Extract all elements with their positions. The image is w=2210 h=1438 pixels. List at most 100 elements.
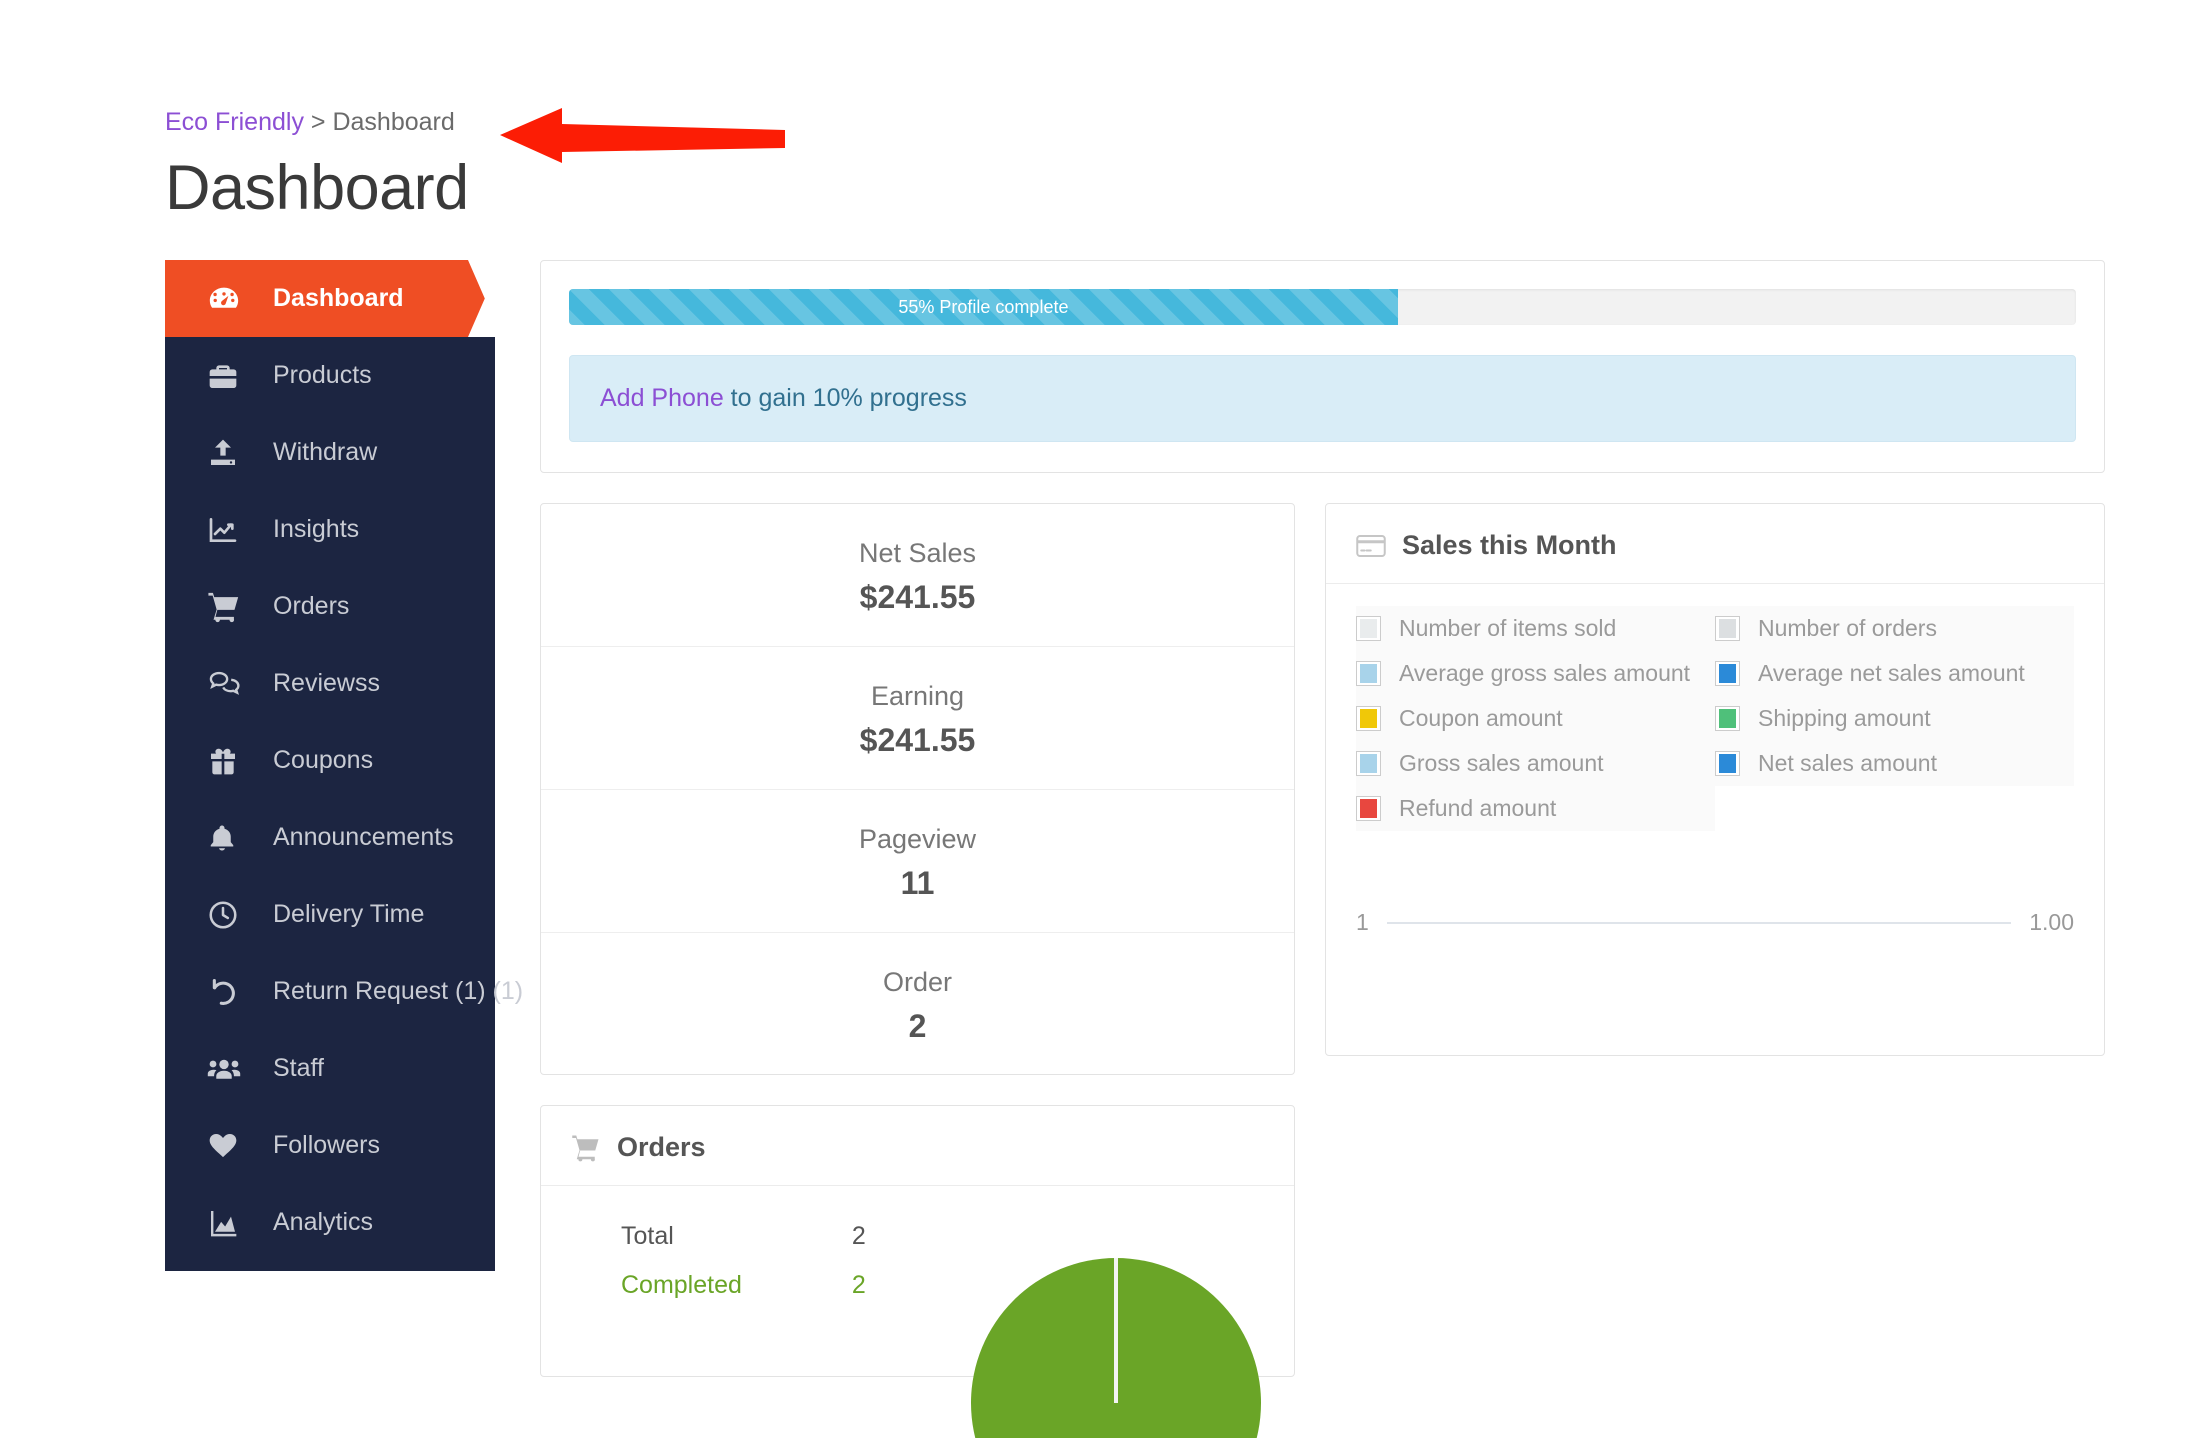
legend-label: Number of orders [1758,615,1937,641]
legend-item[interactable]: Average gross sales amount [1356,651,1715,696]
stat-value: 2 [908,1007,927,1044]
legend-label: Average net sales amount [1758,660,2025,686]
legend-item[interactable]: Gross sales amount [1356,741,1715,786]
sidebar-item-insights[interactable]: Insights [165,491,495,568]
breadcrumb-store-link[interactable]: Eco Friendly [165,108,304,136]
gift-icon [207,745,253,777]
sidebar-item-label: Coupons [273,746,374,774]
profile-progress-card: 55% Profile complete Add Phone to gain 1… [540,260,2105,473]
legend-swatch [1356,616,1381,641]
axis-tick-left: 1 [1356,909,1369,935]
summary-stats-card: Net Sales $241.55 Earning $241.55 Pagevi… [540,503,1295,1076]
add-phone-alert: Add Phone to gain 10% progress [569,355,2076,442]
legend-column-left: Number of items sold Average gross sales… [1356,606,1715,831]
breadcrumb-current: Dashboard [332,108,455,136]
left-column: Net Sales $241.55 Earning $241.55 Pagevi… [540,503,1295,1438]
briefcase-icon [207,360,253,392]
sidebar-item-label: Dashboard [273,284,404,312]
undo-icon [207,976,253,1008]
legend-label: Refund amount [1399,795,1557,821]
page-header: Eco Friendly > Dashboard Dashboard [0,0,2210,220]
legend-column-right: Number of orders Average net sales amoun… [1715,606,2074,831]
sidebar-item-products[interactable]: Products [165,337,495,414]
stat-label: Order [882,966,953,997]
sidebar-item-analytics[interactable]: Analytics [165,1184,495,1261]
sidebar-item-label: Staff [273,1054,324,1082]
sidebar-item-coupons[interactable]: Coupons [165,722,495,799]
breadcrumb-separator: > [310,108,326,136]
sidebar-item-dashboard[interactable]: Dashboard [165,260,495,337]
legend-swatch [1356,706,1381,731]
profile-progress-track: 55% Profile complete [569,289,2076,325]
orders-panel-body: Total 2 Completed 2 [541,1186,1294,1438]
sidebar-item-label: Reviewss [273,669,380,697]
axis-tick-right: 1.00 [2029,909,2074,935]
orders-card: Orders Total 2 Completed 2 [540,1105,1295,1438]
axis-line [1386,921,2012,924]
sidebar-item-label: Insights [273,515,360,543]
dashboard-icon [207,282,253,316]
sidebar: Dashboard Products Withdraw Insights Ord… [165,260,523,1271]
stat-value: 11 [900,864,935,901]
legend-swatch [1715,616,1740,641]
upload-icon [207,437,253,469]
legend-item[interactable]: Average net sales amount [1715,651,2074,696]
sidebar-item-withdraw[interactable]: Withdraw [165,414,495,491]
legend-item[interactable]: Refund amount [1356,786,1715,831]
legend-item[interactable]: Number of orders [1715,606,2074,651]
area-chart-icon [207,1207,253,1239]
sidebar-item-label: Products [273,361,372,389]
legend-swatch [1356,661,1381,686]
stat-earning: Earning $241.55 [541,647,1294,790]
sales-panel-header: Sales this Month [1326,504,2104,584]
heart-icon [207,1130,253,1162]
main-content: 55% Profile complete Add Phone to gain 1… [495,260,2210,1438]
orders-row-value: 2 [851,1222,866,1251]
sidebar-item-return-request[interactable]: Return Request (1) (1) [165,953,523,1030]
orders-pie-slice [971,1258,1261,1438]
add-phone-alert-text: to gain 10% progress [723,384,967,412]
legend-label: Shipping amount [1758,705,1931,731]
credit-card-icon [1356,534,1386,558]
sales-panel-title: Sales this Month [1402,530,1617,560]
sidebar-item-label: Orders [273,592,350,620]
stats-and-sales-row: Net Sales $241.55 Earning $241.55 Pagevi… [540,503,2105,1438]
legend-item[interactable]: Shipping amount [1715,696,2074,741]
sales-chart-plot: 1 1.00 [1326,845,2104,1055]
sidebar-item-label: Delivery Time [273,900,425,928]
orders-pie-chart [971,1258,1261,1438]
main-layout: Dashboard Products Withdraw Insights Ord… [0,260,2210,1438]
add-phone-link[interactable]: Add Phone [600,384,724,412]
sidebar-item-staff[interactable]: Staff [165,1030,495,1107]
stat-value: $241.55 [859,721,976,758]
sidebar-item-reviewss[interactable]: Reviewss [165,645,495,722]
legend-item[interactable]: Net sales amount [1715,741,2074,786]
orders-panel-header: Orders [541,1106,1294,1187]
legend-label: Number of items sold [1399,615,1617,641]
orders-summary-table: Total 2 Completed 2 [541,1212,866,1310]
legend-label: Coupon amount [1399,705,1563,731]
orders-panel-title: Orders [617,1132,706,1163]
legend-swatch [1356,751,1381,776]
table-row: Total 2 [621,1212,866,1261]
sidebar-item-announcements[interactable]: Announcements [165,799,495,876]
sidebar-item-followers[interactable]: Followers [165,1107,495,1184]
right-column: Sales this Month Number of items sold Av… [1325,503,2105,1086]
stat-label: Pageview [858,823,977,854]
legend-swatch [1715,706,1740,731]
stat-label: Net Sales [858,538,977,568]
cart-icon [207,590,253,624]
users-icon [207,1053,253,1085]
sidebar-item-label: Analytics [273,1208,374,1236]
stat-pageview: Pageview 11 [541,790,1294,933]
profile-progress-bar: 55% Profile complete [569,289,1398,325]
legend-item[interactable]: Coupon amount [1356,696,1715,741]
legend-item[interactable]: Number of items sold [1356,606,1715,651]
sales-chart-axis: 1 1.00 [1356,909,2074,936]
breadcrumb: Eco Friendly > Dashboard [165,110,2210,135]
legend-label: Gross sales amount [1399,750,1604,776]
clock-icon [207,899,253,931]
sidebar-item-label: Return Request (1) (1) [273,977,524,1005]
sidebar-item-orders[interactable]: Orders [165,568,495,645]
sidebar-item-delivery-time[interactable]: Delivery Time [165,876,495,953]
